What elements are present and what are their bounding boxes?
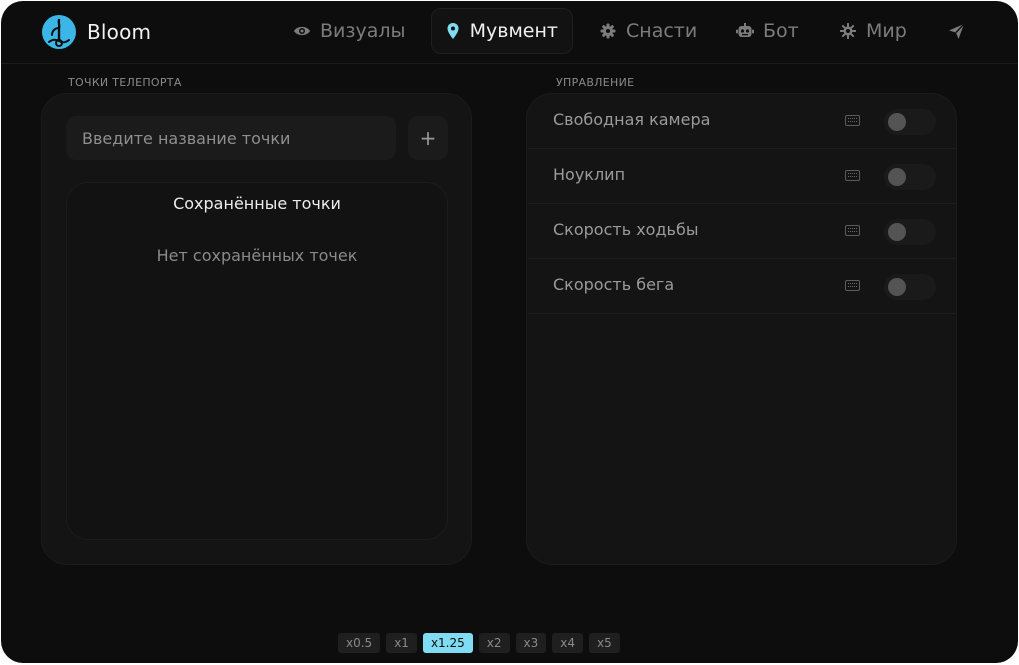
point-name-input[interactable] [66,116,396,160]
app-window: Bloom Визуалы Мувмент Снасти Бот Мир ТОЧ… [1,1,1018,663]
robot-icon [736,22,754,40]
control-row-walk-speed: Скорость ходьбы [528,204,956,259]
sun-gear-icon [839,22,857,40]
saved-points-list: Сохранённые точки Нет сохранённых точек [66,182,448,540]
speed-option-3[interactable]: x3 [515,633,547,653]
speed-option-4[interactable]: x4 [552,633,584,653]
keyboard-icon[interactable] [845,170,860,181]
tab-bot-label: Бот [763,20,799,42]
teleport-section-label: ТОЧКИ ТЕЛЕПОРТА [68,76,182,89]
speed-option-2[interactable]: x2 [478,633,510,653]
eye-icon [293,22,311,40]
app-name: Bloom [87,20,152,44]
speed-option-1.25[interactable]: x1.25 [422,633,473,653]
gear-icon [599,22,617,40]
toggle-knob [888,223,906,241]
controls-section-label: УПРАВЛЕНИЕ [556,76,635,89]
send-icon [947,22,965,40]
speed-option-0.5[interactable]: x0.5 [338,633,381,653]
map-pin-icon [446,22,461,40]
control-label: Скорость ходьбы [553,220,699,239]
keyboard-icon[interactable] [845,115,860,126]
tab-movement-label: Мувмент [469,20,558,42]
control-label: Свободная камера [553,110,711,129]
tab-tackle[interactable]: Снасти [599,8,697,54]
saved-points-empty-text: Нет сохранённых точек [156,246,358,265]
tab-send[interactable] [947,8,974,54]
tab-tackle-label: Снасти [626,20,698,42]
free-camera-toggle[interactable] [884,109,936,135]
toggle-knob [888,113,906,131]
tab-visuals[interactable]: Визуалы [293,8,406,54]
saved-points-title: Сохранённые точки [173,194,341,213]
noclip-toggle[interactable] [884,164,936,190]
tab-visuals-label: Визуалы [320,20,406,42]
speed-selector: x0.5 x1 x1.25 x2 x3 x4 x5 [338,633,620,653]
control-label: Ноуклип [553,165,626,184]
keyboard-icon[interactable] [845,280,860,291]
control-row-noclip: Ноуклип [528,149,956,204]
run-speed-toggle[interactable] [884,274,936,300]
control-label: Скорость бега [553,275,675,294]
add-point-button[interactable]: + [408,116,448,160]
control-row-free-camera: Свободная камера [528,94,956,149]
tab-movement[interactable]: Мувмент [431,8,573,54]
top-nav: Bloom Визуалы Мувмент Снасти Бот Мир [1,1,1018,64]
speed-option-1[interactable]: x1 [386,633,417,653]
tab-world[interactable]: Мир [839,8,907,54]
tab-bot[interactable]: Бот [736,8,799,54]
tab-world-label: Мир [866,20,907,42]
teleport-panel: + Сохранённые точки Нет сохранённых точе… [41,93,472,565]
walk-speed-toggle[interactable] [884,219,936,245]
app-logo: Bloom [41,14,151,50]
bloom-logo-icon [42,15,76,49]
controls-panel: Свободная камера Ноуклип Скорость ходьбы… [526,93,957,565]
control-row-run-speed: Скорость бега [528,259,956,314]
toggle-knob [888,278,906,296]
keyboard-icon[interactable] [845,225,860,236]
speed-option-5[interactable]: x5 [589,633,620,653]
toggle-knob [888,168,906,186]
